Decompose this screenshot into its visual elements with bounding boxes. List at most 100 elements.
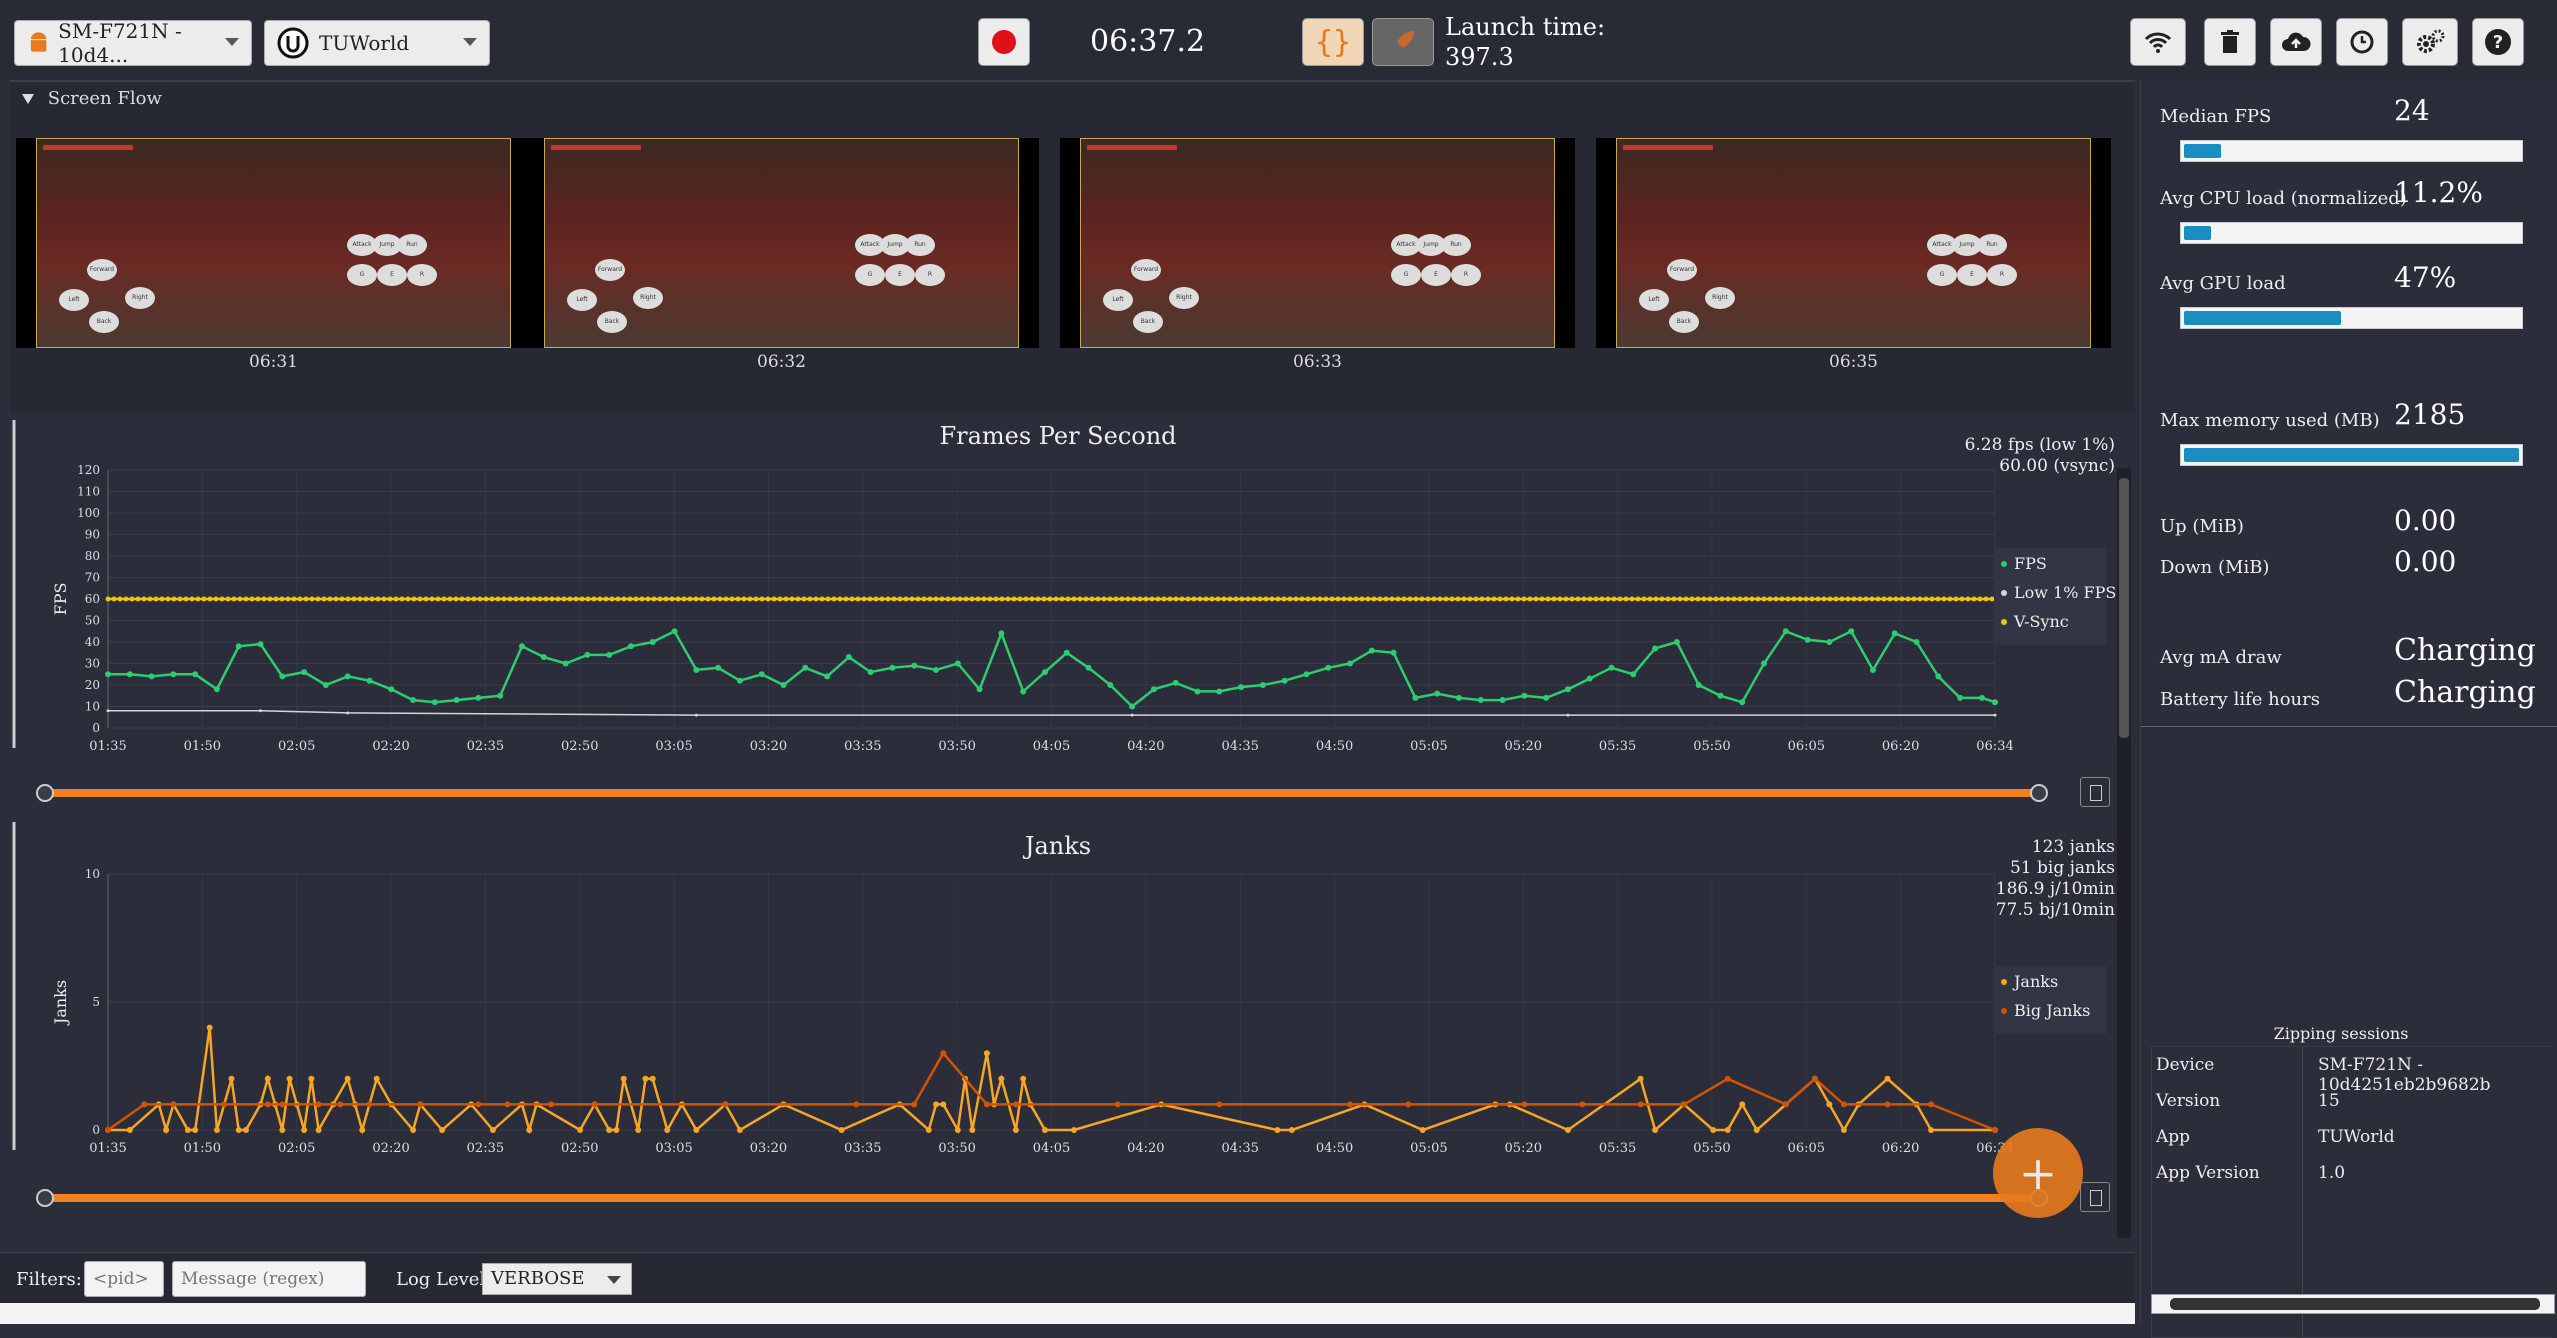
screen-thumbnail[interactable]: Forward Left Right Back Attack Jump Run G E R 06:3… (16, 138, 531, 372)
data-point (1887, 596, 1893, 602)
x-tick-label: 03:05 (655, 739, 692, 754)
data-point (170, 1101, 177, 1108)
data-point (993, 596, 999, 602)
data-point (1281, 677, 1288, 684)
log-level-select[interactable]: VERBOSE (482, 1263, 632, 1295)
wifi-button[interactable] (2130, 18, 2186, 66)
data-point (1455, 596, 1461, 602)
data-point (1209, 596, 1215, 602)
data-point (141, 596, 147, 602)
data-point (1412, 694, 1419, 701)
data-point (315, 596, 321, 602)
data-point (279, 673, 286, 680)
data-point (163, 1127, 170, 1133)
metric-label: Avg GPU load (2160, 273, 2286, 294)
data-point (1928, 1101, 1935, 1108)
data-point (1335, 596, 1341, 602)
data-point (159, 596, 165, 602)
data-point (1992, 1127, 1998, 1133)
x-tick-label: 04:05 (1033, 1141, 1070, 1156)
data-point (1935, 596, 1941, 602)
data-point (148, 673, 155, 680)
history-button[interactable] (2336, 18, 2388, 66)
screen-thumbnail[interactable]: Forward Left Right Back Attack Jump Run G E R 06:3… (1596, 138, 2111, 372)
data-point (1251, 596, 1257, 602)
data-point (1005, 596, 1011, 602)
y-tick-label: 50 (85, 614, 100, 628)
data-point (1923, 596, 1929, 602)
data-point (387, 596, 393, 602)
janks-export-button[interactable] (2080, 1182, 2110, 1212)
x-tick-label: 02:50 (561, 1141, 598, 1156)
delete-button[interactable] (2204, 18, 2256, 66)
upload-button[interactable] (2270, 18, 2322, 66)
janks-range-slider[interactable] (44, 1194, 2040, 1202)
data-point (308, 1075, 315, 1082)
data-point (1652, 1127, 1659, 1133)
data-point (780, 682, 787, 688)
settings-button[interactable] (2402, 18, 2458, 66)
data-point (1978, 694, 1985, 701)
data-point (795, 596, 801, 602)
pid-filter-input[interactable] (84, 1261, 164, 1297)
data-point (1461, 596, 1467, 602)
avg-ma-value: Charging (2394, 633, 2536, 668)
device-select[interactable]: SM-F721N - 10d4... (14, 19, 252, 67)
data-point (1917, 596, 1923, 602)
app-select[interactable]: TUWorld (264, 20, 490, 66)
data-point (501, 596, 507, 602)
health-bar (43, 145, 133, 150)
scrollbar-thumb[interactable] (2170, 1298, 2540, 1310)
fps-export-button[interactable] (2080, 777, 2110, 807)
touch-button: Right (633, 287, 663, 309)
data-point (802, 664, 809, 671)
x-tick-label: 04:35 (1221, 1141, 1258, 1156)
janks-chart-panel: Janks 123 janks 51 big janks 186.9 j/10min 7… (10, 822, 2135, 1232)
janks-range-handle-start[interactable] (36, 1189, 54, 1207)
data-point (1605, 596, 1611, 602)
data-point (1419, 596, 1425, 602)
fps-range-handle-end[interactable] (2030, 784, 2048, 802)
data-point (322, 682, 329, 688)
record-button[interactable] (978, 18, 1030, 66)
touch-button: R (407, 264, 437, 286)
data-point (357, 596, 363, 602)
charts-scrollbar[interactable] (2117, 468, 2131, 1238)
data-point (285, 596, 291, 602)
data-point (423, 596, 429, 602)
screen-flow-header[interactable]: Screen Flow (22, 88, 162, 109)
fps-range-handle-start[interactable] (36, 784, 54, 802)
fps-chart-panel: Frames Per Second 6.28 fps (low 1%) 60.00 … (10, 420, 2135, 820)
x-tick-label: 02:05 (278, 739, 315, 754)
data-point (1114, 1101, 1121, 1108)
message-filter-input[interactable] (172, 1261, 366, 1297)
data-point (1071, 596, 1077, 602)
help-button[interactable]: ? (2472, 18, 2524, 66)
data-point (417, 1101, 424, 1108)
launch-button[interactable] (1372, 18, 1434, 66)
data-point (681, 596, 687, 602)
data-point (369, 596, 375, 602)
data-point (1479, 596, 1485, 602)
fps-range-slider[interactable] (44, 789, 2040, 797)
screen-thumbnail[interactable]: Forward Left Right Back Attack Jump Run G E R 06:3… (1060, 138, 1575, 372)
data-point (954, 1127, 961, 1133)
session-scrollbar[interactable] (2151, 1294, 2555, 1314)
data-point (1671, 596, 1677, 602)
data-point (1389, 596, 1395, 602)
session-value: TUWorld (2318, 1127, 2395, 1147)
legend-item: FPS (2014, 554, 2047, 573)
data-point (1101, 596, 1107, 602)
scrollbar-thumb[interactable] (2119, 478, 2129, 738)
log-output[interactable] (0, 1303, 2135, 1324)
json-button[interactable]: {} (1302, 18, 1364, 66)
wifi-icon (2144, 32, 2172, 53)
touch-button: E (377, 264, 407, 286)
data-point (1137, 596, 1143, 602)
add-fab-button[interactable]: + (1993, 1128, 2083, 1218)
screen-thumbnail[interactable]: Forward Left Right Back Attack Jump Run G E R 06:3… (524, 138, 1039, 372)
chevron-down-icon (225, 38, 239, 46)
data-point (1839, 596, 1845, 602)
data-point (969, 596, 975, 602)
data-point (1221, 596, 1227, 602)
